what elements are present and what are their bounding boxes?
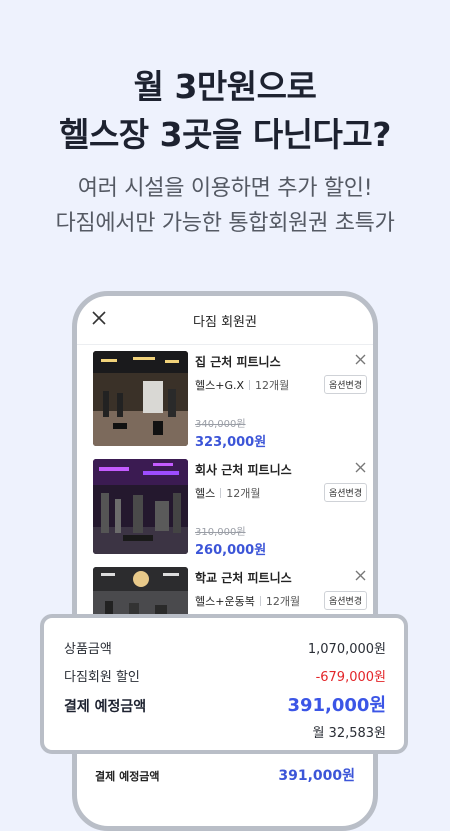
membership-item: 집 근처 피트니스 헬스+G.X 12개월 옵션변경 340,000원 323,0… [87,351,369,451]
member-discount-label: 다짐회원 할인 [64,670,140,685]
remove-item-icon[interactable] [355,354,366,365]
gym-photo [93,351,188,446]
phone-title: 다짐 회원권 [193,315,257,330]
monthly-price: 월 32,583원 [312,726,386,741]
discount-price: 260,000원 [195,543,267,558]
phone-total-amount: 391,000원 [278,768,355,784]
item-name: 학교 근처 피트니스 [195,571,292,585]
discount-price: 323,000원 [195,435,267,450]
change-option-button[interactable]: 옵션변경 [324,591,368,610]
product-amount-label: 상품금액 [64,642,112,657]
item-months: 12개월 [226,487,261,500]
hero-title-line1: 월 3만원으로 [133,67,317,106]
membership-item: 회사 근처 피트니스 헬스 12개월 옵션변경 310,000원 260,000원 [87,459,369,559]
item-months: 12개월 [265,595,301,608]
change-option-button[interactable]: 옵션변경 [324,483,368,502]
member-discount-value: -679,000원 [315,670,386,685]
item-option: 헬스 12개월 [195,485,261,501]
phone-total-label: 결제 예정금액 [95,770,160,783]
phone-header: 다짐 회원권 [77,296,373,345]
product-amount-value: 1,070,000원 [307,642,386,657]
change-option-button[interactable]: 옵션변경 [324,375,368,394]
item-name: 집 근처 피트니스 [195,355,281,369]
gym-photo [93,459,188,554]
original-price: 310,000원 [195,527,246,538]
payment-summary-card: 상품금액 1,070,000원 다짐회원 할인 -679,000원 결제 예정금… [40,614,408,754]
item-product: 헬스 [195,487,216,500]
item-option: 헬스+운동복 12개월 [195,593,300,609]
hero-subtitle-line2: 다짐에서만 가능한 통합회원권 초특가 [55,211,395,236]
remove-item-icon[interactable] [355,462,366,473]
item-product: 헬스+운동복 [195,595,255,608]
original-price: 340,000원 [195,419,246,430]
payment-total-value: 391,000원 [287,695,386,716]
remove-item-icon[interactable] [355,570,366,581]
payment-total-label: 결제 예정금액 [64,699,147,715]
hero-subtitle-line1: 여러 시설을 이용하면 추가 할인! [77,176,373,201]
item-name: 회사 근처 피트니스 [195,463,292,477]
item-product: 헬스+G.X [195,379,245,392]
item-option: 헬스+G.X 12개월 [195,377,289,393]
item-months: 12개월 [255,379,290,392]
hero-title-line2: 헬스장 3곳을 다닌다고? [59,115,391,154]
